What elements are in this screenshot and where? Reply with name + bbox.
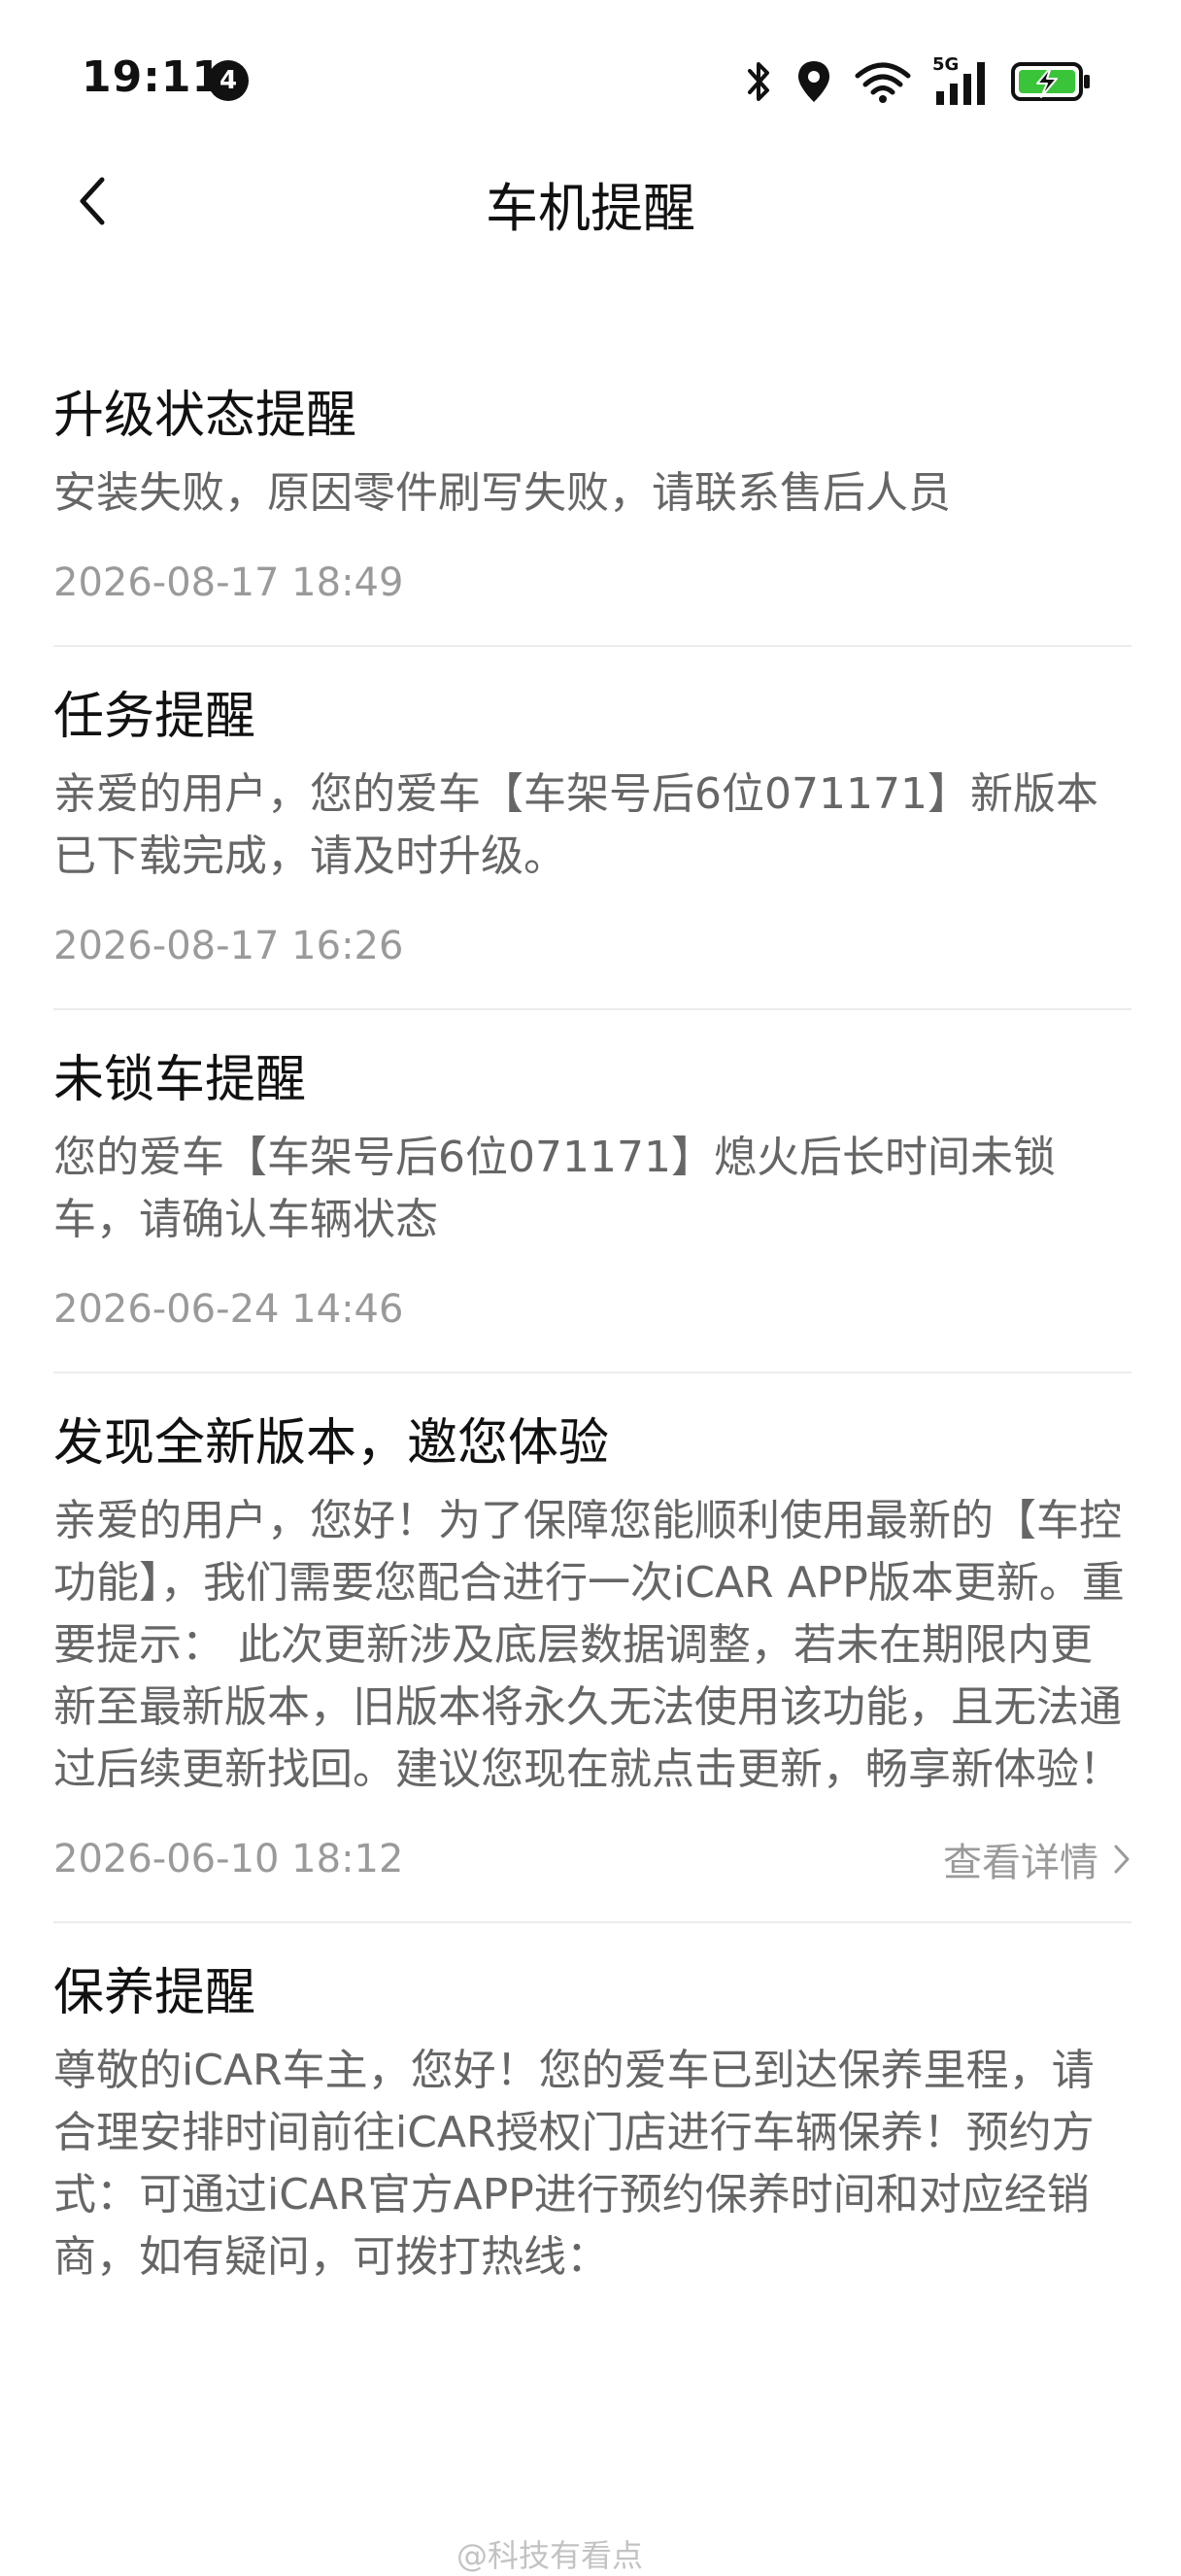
status-bar: 19:11 4 5G [0, 0, 1181, 155]
notification-list: 升级状态提醒 安装失败，原因零件刷写失败，请联系售后人员 2026-08-17 … [53, 350, 1131, 2322]
nav-bar: 车机提醒 [0, 155, 1181, 243]
notification-title: 升级状态提醒 [53, 387, 357, 445]
notification-meta: 2026-08-17 16:26 [53, 917, 1131, 975]
notification-meta: 2026-06-24 14:46 [53, 1280, 1131, 1339]
view-details-label: 查看详情 [943, 1841, 1098, 1885]
notification-item[interactable]: 升级状态提醒 安装失败，原因零件刷写失败，请联系售后人员 2026-08-17 … [53, 350, 1131, 647]
notification-body: 亲爱的用户，您好！为了保障您能顺利使用最新的【车控功能】，我们需要您配合进行一次… [53, 1496, 1125, 1794]
notification-body: 您的爱车【车架号后6位071171】熄火后长时间未锁车，请确认车辆状态 [53, 1133, 1056, 1244]
battery-charging-icon [1010, 59, 1094, 104]
notification-body: 尊敬的iCAR车主，您好！您的爱车已到达保养里程，请合理安排时间前往iCAR授权… [53, 2046, 1095, 2282]
watermark: @科技有看点 [456, 2537, 644, 2574]
notification-item[interactable]: 保养提醒 尊敬的iCAR车主，您好！您的爱车已到达保养里程，请合理安排时间前往i… [53, 1923, 1131, 2322]
notification-body: 亲爱的用户，您的爱车【车架号后6位071171】新版本已下载完成，请及时升级。 [53, 769, 1098, 881]
notification-meta: 2026-06-10 18:12 查看详情 [53, 1830, 1131, 1888]
cellular-5g-icon: 5G [932, 54, 989, 107]
wifi-icon [855, 60, 911, 103]
notification-title: 保养提醒 [53, 1964, 256, 2022]
notification-title: 未锁车提醒 [53, 1051, 307, 1109]
notification-title: 任务提醒 [53, 688, 256, 746]
notification-meta: 2026-08-17 18:49 [53, 554, 1131, 612]
status-time: 19:11 [82, 52, 223, 102]
notification-time: 2026-08-17 16:26 [53, 924, 404, 968]
location-icon [794, 58, 833, 105]
notification-count-badge: 4 [208, 60, 249, 101]
page-title: 车机提醒 [486, 178, 695, 239]
notification-item[interactable]: 发现全新版本，邀您体验 亲爱的用户，您好！为了保障您能顺利使用最新的【车控功能】… [53, 1373, 1131, 1923]
notification-time: 2026-06-24 14:46 [53, 1287, 404, 1332]
status-icons: 5G [746, 54, 1094, 109]
notification-time: 2026-08-17 18:49 [53, 560, 404, 605]
notification-item[interactable]: 未锁车提醒 您的爱车【车架号后6位071171】熄火后长时间未锁车，请确认车辆状… [53, 1010, 1131, 1373]
notification-title: 发现全新版本，邀您体验 [53, 1414, 610, 1473]
notification-item[interactable]: 任务提醒 亲爱的用户，您的爱车【车架号后6位071171】新版本已下载完成，请及… [53, 647, 1131, 1010]
notification-time: 2026-06-10 18:12 [53, 1837, 404, 1881]
bluetooth-icon [746, 59, 773, 104]
chevron-right-icon [1114, 1845, 1130, 1874]
notification-body: 安装失败，原因零件刷写失败，请联系售后人员 [53, 468, 951, 518]
view-details-link[interactable]: 查看详情 [943, 1831, 1131, 1887]
